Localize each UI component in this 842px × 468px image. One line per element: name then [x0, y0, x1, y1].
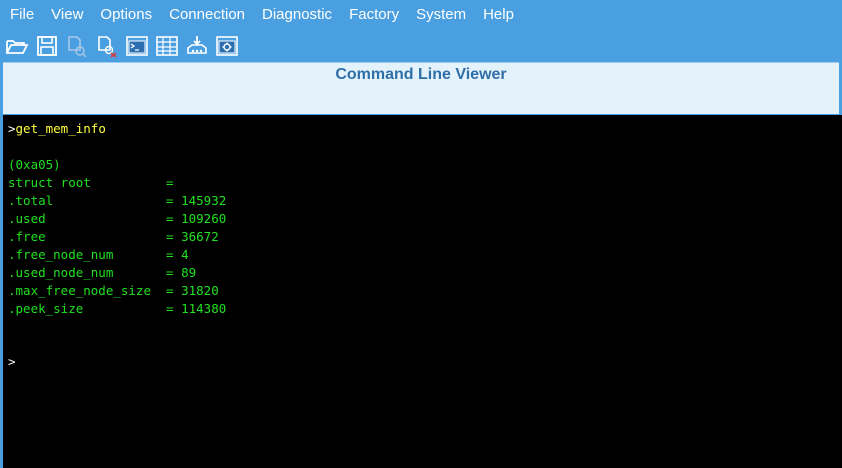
console-line: .used = 109260: [8, 211, 227, 226]
table-icon: [156, 36, 178, 56]
console-line: (0xa05): [8, 157, 61, 172]
console-line: .total = 145932: [8, 193, 227, 208]
copy-button[interactable]: [64, 33, 90, 59]
console-line: .free_node_num = 4: [8, 247, 189, 262]
console-input-prompt[interactable]: >: [8, 353, 16, 371]
console-line: struct root =: [8, 175, 174, 190]
menu-help[interactable]: Help: [473, 0, 521, 30]
console-line: .peek_size = 114380: [8, 301, 227, 316]
settings-panel-icon: [216, 36, 238, 56]
open-button[interactable]: [4, 33, 30, 59]
folder-open-icon: [6, 40, 29, 54]
menu-options[interactable]: Options: [90, 0, 159, 30]
toolbar: [4, 32, 240, 60]
console-line: .free = 36672: [8, 229, 219, 244]
download-device-icon: [187, 36, 207, 54]
console-command-line: >get_mem_info: [8, 120, 106, 138]
app-window: File View Options Connection Diagnostic …: [0, 0, 842, 468]
delete-disabled-icon: [98, 36, 117, 58]
menu-factory[interactable]: Factory: [339, 0, 406, 30]
menu-file[interactable]: File: [0, 0, 41, 30]
console-output[interactable]: >get_mem_info (0xa05) struct root = .tot…: [3, 115, 842, 468]
copy-disabled-icon: [68, 36, 87, 58]
console-line: .used_node_num = 89: [8, 265, 197, 280]
console-line: .max_free_node_size = 31820: [8, 283, 219, 298]
command-window-button[interactable]: [124, 33, 150, 59]
menu-diagnostic[interactable]: Diagnostic: [252, 0, 339, 30]
viewer-subheader: [3, 86, 839, 114]
console-command: get_mem_info: [15, 121, 106, 136]
table-button[interactable]: [154, 33, 180, 59]
viewer-title: Command Line Viewer: [3, 62, 839, 87]
settings-panel-button[interactable]: [214, 33, 240, 59]
menu-connection[interactable]: Connection: [159, 0, 252, 30]
delete-button[interactable]: [94, 33, 120, 59]
save-button[interactable]: [34, 33, 60, 59]
save-icon: [37, 36, 57, 56]
menu-system[interactable]: System: [406, 0, 473, 30]
command-prompt: >: [8, 121, 16, 136]
command-window-icon: [126, 36, 148, 56]
menu-view[interactable]: View: [41, 0, 90, 30]
download-button[interactable]: [184, 33, 210, 59]
menu-bar: File View Options Connection Diagnostic …: [0, 0, 842, 30]
